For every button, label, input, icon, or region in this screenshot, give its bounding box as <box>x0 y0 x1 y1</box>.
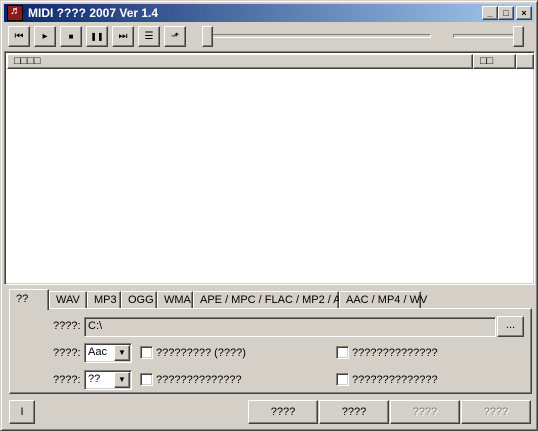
export-button[interactable]: ⬏ <box>164 26 186 47</box>
minimize-button[interactable]: _ <box>482 6 498 20</box>
position-slider-track <box>203 34 431 38</box>
tab-general[interactable]: ?? <box>9 289 49 310</box>
checkbox-option-4-label: ?????????????? <box>352 374 438 386</box>
format-select[interactable]: Aac ▼ <box>84 343 132 363</box>
stop-button[interactable]: ■ <box>60 26 82 47</box>
play-icon: ▸ <box>42 31 48 42</box>
column-header-name[interactable]: □□□□ <box>7 54 473 69</box>
play-button[interactable]: ▸ <box>34 26 56 47</box>
tab-wma[interactable]: WMA <box>157 291 193 309</box>
volume-slider[interactable] <box>449 26 527 48</box>
stop-icon: ■ <box>68 32 74 41</box>
checkbox-option-1[interactable] <box>140 346 153 359</box>
window-title: MIDI ???? 2007 Ver 1.4 <box>28 6 159 20</box>
option-select[interactable]: ?? ▼ <box>84 370 132 390</box>
format-label: ????: <box>53 347 81 359</box>
pause-button[interactable]: ❚❚ <box>86 26 108 47</box>
previous-button[interactable]: ⏮ <box>8 26 30 47</box>
action-button-1[interactable]: ???? <box>248 400 318 424</box>
browse-button[interactable]: ... <box>497 316 524 337</box>
volume-slider-thumb[interactable] <box>513 26 524 47</box>
export-icon: ⬏ <box>170 31 180 42</box>
tab-panel-general: ????: C:\ ... ????: Aac ▼ ????????? (???… <box>9 308 532 394</box>
main-window: MIDI ???? 2007 Ver 1.4 _ □ × ⏮ ▸ ■ ❚❚ ⏭ … <box>0 0 538 431</box>
info-button[interactable]: I <box>9 400 35 424</box>
column-header-filler <box>516 54 534 69</box>
format-select-value: Aac <box>88 346 107 358</box>
list-header: □□□□ □□ <box>7 54 534 69</box>
title-bar[interactable]: MIDI ???? 2007 Ver 1.4 _ □ × <box>4 4 534 22</box>
app-icon <box>7 5 23 21</box>
close-button[interactable]: × <box>516 6 532 20</box>
file-list[interactable]: □□□□ □□ <box>4 51 535 285</box>
chevron-down-icon[interactable]: ▼ <box>114 345 130 361</box>
tab-ape-mpc-flac[interactable]: APE / MPC / FLAC / MP2 / AC3 <box>193 291 355 309</box>
checkbox-option-2-label: ?????????????? <box>352 347 438 359</box>
tab-wav[interactable]: WAV <box>49 291 87 309</box>
tab-mp3[interactable]: MP3 <box>87 291 121 309</box>
output-path-field[interactable]: C:\ <box>84 317 496 337</box>
checkbox-option-4[interactable] <box>336 373 349 386</box>
maximize-button[interactable]: □ <box>498 6 514 20</box>
checkbox-option-3[interactable] <box>140 373 153 386</box>
checkbox-option-3-label: ?????????????? <box>156 374 242 386</box>
action-button-2[interactable]: ???? <box>319 400 389 424</box>
playlist-button[interactable]: ☰ <box>138 26 160 47</box>
option-select-value: ?? <box>88 373 101 385</box>
next-button[interactable]: ⏭ <box>112 26 134 47</box>
skip-forward-icon: ⏭ <box>118 31 128 42</box>
chevron-down-icon[interactable]: ▼ <box>114 372 130 388</box>
position-slider[interactable] <box>199 26 435 48</box>
pause-icon: ❚❚ <box>90 32 104 41</box>
checkbox-option-2[interactable] <box>336 346 349 359</box>
checkbox-option-1-label: ????????? (????) <box>156 347 246 359</box>
skip-back-icon: ⏮ <box>14 31 24 42</box>
column-header-size[interactable]: □□ <box>473 54 516 69</box>
position-slider-thumb[interactable] <box>202 26 213 47</box>
action-button-3[interactable]: ???? <box>390 400 460 424</box>
action-button-4[interactable]: ???? <box>461 400 531 424</box>
tab-ogg[interactable]: OGG <box>121 291 157 309</box>
list-icon: ☰ <box>144 31 154 42</box>
tab-aac-mp4-wv[interactable]: AAC / MP4 / WV <box>339 291 427 309</box>
output-path-label: ????: <box>53 320 81 332</box>
option-label: ????: <box>53 374 81 386</box>
